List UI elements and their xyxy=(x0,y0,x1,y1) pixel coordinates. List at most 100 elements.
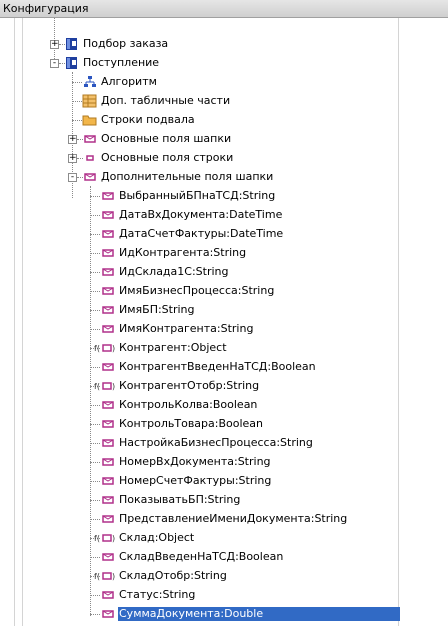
tree-item-label: ИмяБП:String xyxy=(119,303,195,316)
tree-item[interactable]: ДатаВхДокумента:DateTime xyxy=(0,206,448,225)
tree-item[interactable]: ДатаСчетФактуры:DateTime xyxy=(0,225,448,244)
tree-item-label: СкладОтобр:String xyxy=(119,569,227,582)
field-icon xyxy=(100,322,116,336)
algorithm-icon xyxy=(82,75,98,89)
field-icon xyxy=(100,607,116,621)
tree-line xyxy=(90,500,100,501)
expand-icon[interactable]: + xyxy=(50,40,59,49)
tree-line xyxy=(90,595,100,596)
tree-item-label: ИмяБизнесПроцесса:String xyxy=(119,284,275,297)
tree-item[interactable]: ВыбранныйБПнаТСД:String xyxy=(0,187,448,206)
tree-line xyxy=(90,367,100,368)
tree-item-label: Основные поля строки xyxy=(101,151,234,164)
tree-item[interactable]: ПоказыватьБП:String xyxy=(0,491,448,510)
book-icon xyxy=(64,56,80,70)
function-field-icon: f() xyxy=(94,569,116,583)
field-icon xyxy=(100,417,116,431)
tree-item[interactable]: Строки подвала xyxy=(0,111,448,130)
tree-item[interactable]: ИдСклада1С:String xyxy=(0,263,448,282)
field-icon xyxy=(100,493,116,507)
svg-text:f(: f( xyxy=(94,344,100,353)
tree-item-label: Подбор заказа xyxy=(83,37,169,50)
tree-item[interactable]: ПредставлениеИмениДокумента:String xyxy=(0,510,448,529)
tree-item-label: КонтрагентВведенНаТСД:Boolean xyxy=(119,360,316,373)
tree-item-label: Алгоритм xyxy=(101,75,157,88)
expand-icon[interactable]: + xyxy=(68,135,77,144)
tree-item[interactable]: СуммаДокумента:Double xyxy=(0,605,448,624)
tree-line xyxy=(90,405,100,406)
tree-item[interactable]: ИмяКонтрагента:String xyxy=(0,320,448,339)
svg-text:): ) xyxy=(112,344,115,353)
tree-item[interactable]: Доп. табличные части xyxy=(0,92,448,111)
expand-icon[interactable]: + xyxy=(68,154,77,163)
table-icon xyxy=(82,94,98,108)
tree-item-label: ВыбранныйБПнаТСД:String xyxy=(119,189,276,202)
tree-line xyxy=(90,196,100,197)
tree-line xyxy=(90,557,100,558)
collapse-icon[interactable]: - xyxy=(50,59,59,68)
tree-line xyxy=(90,272,100,273)
tree-item-label: ИмяКонтрагента:String xyxy=(119,322,254,335)
collapse-icon[interactable]: - xyxy=(68,173,77,182)
tree-item[interactable]: НомерВхДокумента:String xyxy=(0,453,448,472)
tree-item-label: ДатаСчетФактуры:DateTime xyxy=(119,227,284,240)
tree-line xyxy=(90,310,100,311)
tree-item[interactable]: НомерСчетФактуры:String xyxy=(0,472,448,491)
field-icon xyxy=(100,398,116,412)
tree-line xyxy=(72,120,82,121)
field-icon xyxy=(100,550,116,564)
tree-item[interactable]: f() СкладОтобр:String xyxy=(0,567,448,586)
tree-item-label: Склад:Object xyxy=(119,531,195,544)
tree-item[interactable]: + Основные поля строки xyxy=(0,149,448,168)
tree-item[interactable]: f() Склад:Object xyxy=(0,529,448,548)
tree-item[interactable]: ИмяБП:String xyxy=(0,301,448,320)
svg-text:f(: f( xyxy=(94,534,100,543)
configuration-tree[interactable]: + Подбор заказа - Поступление Алгоритм Доп. т… xyxy=(0,18,448,626)
tree-line xyxy=(90,443,100,444)
field-icon xyxy=(100,303,116,317)
tree-item[interactable]: + Подбор заказа xyxy=(0,35,448,54)
tree-item[interactable]: f() КонтрагентОтобр:String xyxy=(0,377,448,396)
function-field-icon: f() xyxy=(94,531,116,545)
tree-item[interactable]: КонтрагентВведенНаТСД:Boolean xyxy=(0,358,448,377)
tree-item-label: ПоказыватьБП:String xyxy=(119,493,241,506)
tree-line xyxy=(90,329,100,330)
function-field-icon: f() xyxy=(94,379,116,393)
tree-item[interactable]: ИмяБизнесПроцесса:String xyxy=(0,282,448,301)
svg-text:f(: f( xyxy=(94,382,100,391)
field-icon xyxy=(82,132,98,146)
tree-line xyxy=(90,424,100,425)
tree-item-label: ИдСклада1С:String xyxy=(119,265,229,278)
field-icon xyxy=(100,265,116,279)
tree-item-label: КонтрольТовара:Boolean xyxy=(119,417,264,430)
tree-item-label: Статус:String xyxy=(119,588,196,601)
field-icon xyxy=(100,284,116,298)
field-icon xyxy=(100,512,116,526)
tree-line xyxy=(90,481,100,482)
tree-item[interactable]: - Поступление xyxy=(0,54,448,73)
field-icon xyxy=(100,208,116,222)
tree-item[interactable]: Алгоритм xyxy=(0,73,448,92)
tree-item[interactable]: КонтрольТовара:Boolean xyxy=(0,415,448,434)
tree-item-label: Контрагент:Object xyxy=(119,341,227,354)
tree-item[interactable]: + Основные поля шапки xyxy=(0,130,448,149)
tree-item-label: НомерСчетФактуры:String xyxy=(119,474,272,487)
svg-text:): ) xyxy=(112,572,115,581)
tree-item[interactable]: Статус:String xyxy=(0,586,448,605)
tree-line xyxy=(90,291,100,292)
tree-line xyxy=(90,462,100,463)
tree-line xyxy=(72,82,82,83)
tree-item[interactable]: КонтрольКолва:Boolean xyxy=(0,396,448,415)
tree-item[interactable]: НастройкаБизнесПроцесса:String xyxy=(0,434,448,453)
tree-item-label: Основные поля шапки xyxy=(101,132,232,145)
field-icon xyxy=(100,474,116,488)
tree-item[interactable]: СкладВведенНаТСД:Boolean xyxy=(0,548,448,567)
tree-item-label: НомерВхДокумента:String xyxy=(119,455,271,468)
tree-item[interactable]: - Дополнительные поля шапки xyxy=(0,168,448,187)
tree-item[interactable]: f() Контрагент:Object xyxy=(0,339,448,358)
field-icon xyxy=(82,170,98,184)
tree-item[interactable]: ИдКонтрагента:String xyxy=(0,244,448,263)
tree-item-label: СуммаДокумента:Double xyxy=(118,607,400,621)
svg-text:): ) xyxy=(112,534,115,543)
tree-item-label: ИдКонтрагента:String xyxy=(119,246,247,259)
